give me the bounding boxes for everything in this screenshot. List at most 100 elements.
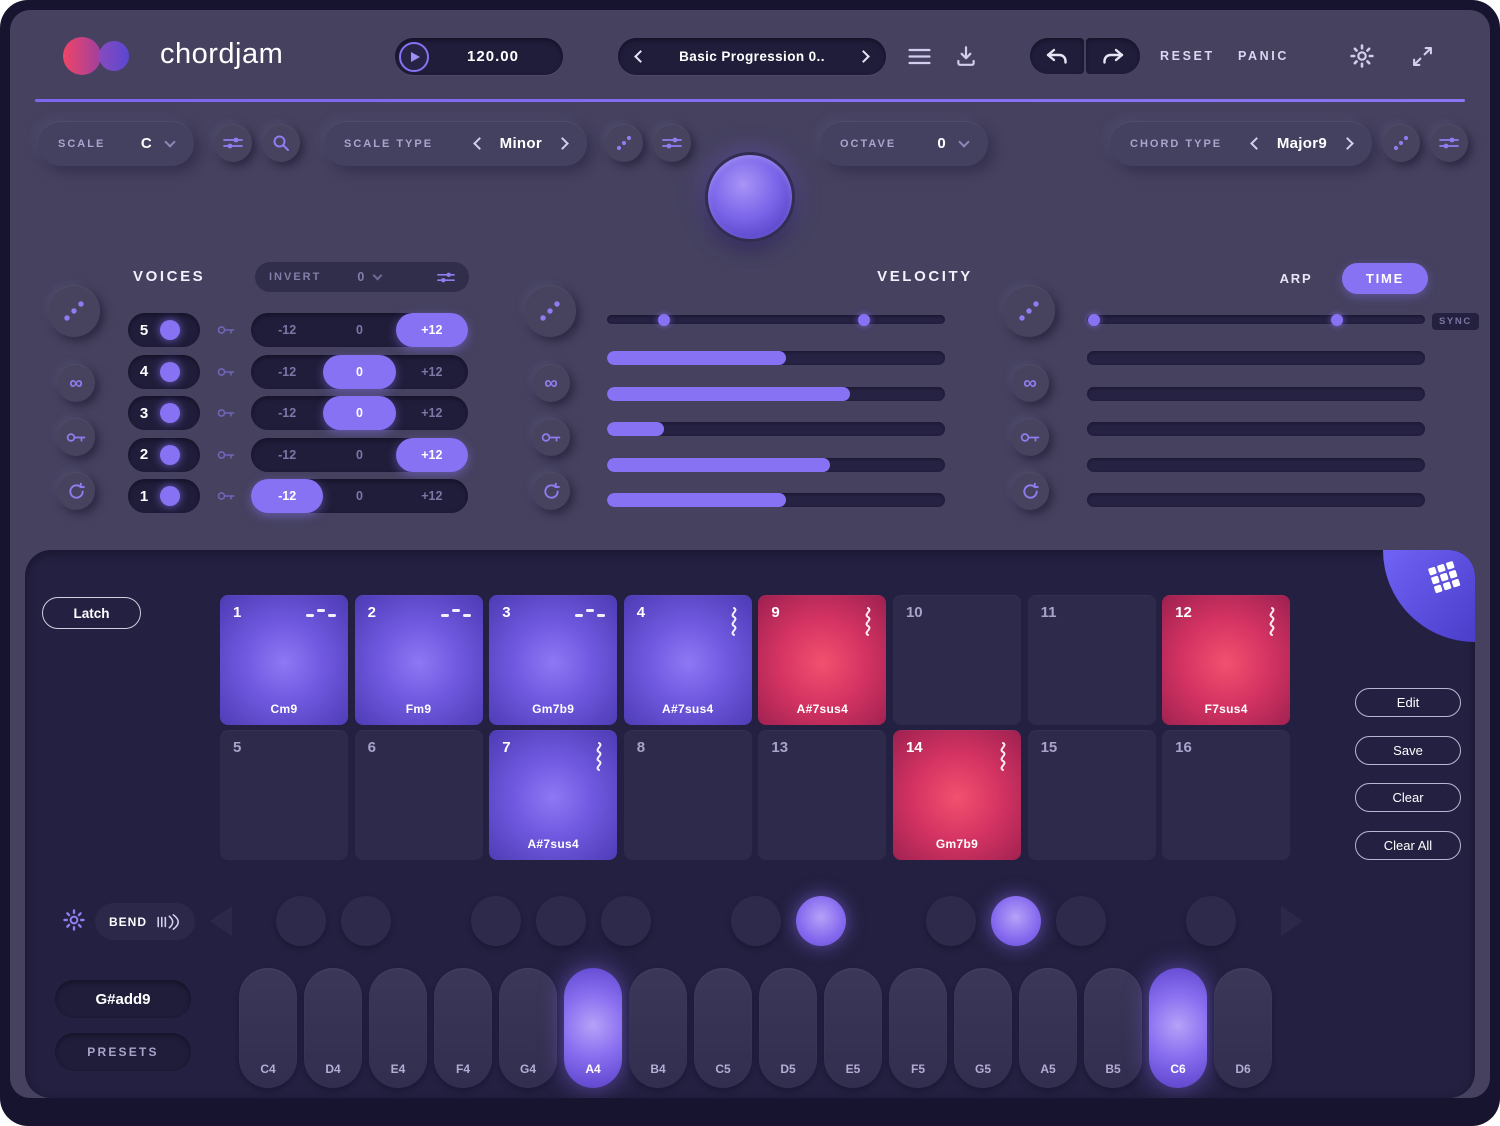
- preset-name[interactable]: Basic Progression 0..: [679, 49, 825, 64]
- voices-infinity-icon[interactable]: ∞: [57, 364, 95, 402]
- white-key-C5[interactable]: C5: [694, 968, 752, 1088]
- time-bar-track[interactable]: [1087, 493, 1425, 507]
- clear-button[interactable]: Clear: [1355, 783, 1461, 812]
- time-lock-key-icon[interactable]: [1011, 418, 1049, 456]
- redo-button[interactable]: [1086, 38, 1140, 74]
- white-key-D4[interactable]: D4: [304, 968, 362, 1088]
- white-key-E5[interactable]: E5: [824, 968, 882, 1088]
- voice-offset-option[interactable]: -12: [251, 438, 323, 472]
- bend-toggle[interactable]: BEND: [95, 903, 195, 940]
- latch-button[interactable]: Latch: [42, 597, 141, 629]
- voice-lock-key-icon[interactable]: [217, 407, 237, 419]
- voices-cycle-icon[interactable]: [57, 472, 95, 510]
- velocity-lock-key-icon[interactable]: [532, 418, 570, 456]
- voices-randomize-dice-icon[interactable]: [48, 285, 100, 337]
- black-key-G#4[interactable]: [536, 896, 586, 946]
- voice-lock-key-icon[interactable]: [217, 366, 237, 378]
- main-knob[interactable]: [705, 152, 795, 242]
- octave-shift-left-arrow[interactable]: [210, 906, 232, 936]
- voice-offset-option[interactable]: -12: [251, 313, 323, 347]
- pad-8[interactable]: 8: [624, 730, 752, 860]
- black-key-C#4[interactable]: [276, 896, 326, 946]
- panic-button[interactable]: PANIC: [1238, 49, 1289, 63]
- time-range-low-handle[interactable]: [1088, 314, 1100, 326]
- pad-13[interactable]: 13: [758, 730, 886, 860]
- velocity-randomize-dice-icon[interactable]: [524, 285, 576, 337]
- voice-offset-option[interactable]: 0: [323, 438, 395, 472]
- time-tab[interactable]: TIME: [1342, 263, 1428, 294]
- pad-10[interactable]: 10: [893, 595, 1021, 725]
- voice-offset-option[interactable]: 0: [323, 479, 395, 513]
- velocity-range-low-handle[interactable]: [658, 314, 670, 326]
- voice-offset-option[interactable]: +12: [396, 313, 468, 347]
- voice-lock-key-icon[interactable]: [217, 324, 237, 336]
- time-infinity-icon[interactable]: ∞: [1011, 364, 1049, 402]
- velocity-bar-track[interactable]: [607, 351, 945, 365]
- voice-lock-key-icon[interactable]: [217, 490, 237, 502]
- reset-button[interactable]: RESET: [1160, 49, 1215, 63]
- black-key-G#5[interactable]: [991, 896, 1041, 946]
- time-bar-track[interactable]: [1087, 458, 1425, 472]
- settings-gear-icon[interactable]: [1350, 44, 1374, 68]
- voice-offset-option[interactable]: 0: [323, 396, 395, 430]
- white-key-B4[interactable]: B4: [629, 968, 687, 1088]
- pad-6[interactable]: 6: [355, 730, 483, 860]
- voice-toggle-pill[interactable]: 2: [128, 438, 200, 472]
- pad-9[interactable]: 9A#7sus4: [758, 595, 886, 725]
- pad-11[interactable]: 11: [1028, 595, 1156, 725]
- voice-offset-option[interactable]: 0: [323, 355, 395, 389]
- resize-expand-icon[interactable]: [1412, 46, 1433, 67]
- voice-offset-option[interactable]: -12: [251, 355, 323, 389]
- velocity-infinity-icon[interactable]: ∞: [532, 364, 570, 402]
- voice-on-indicator[interactable]: [160, 320, 180, 340]
- white-key-B5[interactable]: B5: [1084, 968, 1142, 1088]
- scale-flip-sliders-icon[interactable]: [214, 124, 252, 162]
- preset-prev-button[interactable]: [636, 49, 645, 64]
- scale-selector[interactable]: SCALE C: [38, 121, 194, 166]
- voice-offset-option[interactable]: +12: [396, 355, 468, 389]
- voice-toggle-pill[interactable]: 4: [128, 355, 200, 389]
- velocity-cycle-icon[interactable]: [532, 472, 570, 510]
- pad-4[interactable]: 4A#7sus4: [624, 595, 752, 725]
- undo-button[interactable]: [1030, 38, 1084, 74]
- voice-offset-option[interactable]: -12: [251, 396, 323, 430]
- voice-offset-option[interactable]: +12: [396, 479, 468, 513]
- white-key-D6[interactable]: D6: [1214, 968, 1272, 1088]
- white-key-E4[interactable]: E4: [369, 968, 427, 1088]
- chord-type-randomize-dice-icon[interactable]: [1382, 124, 1420, 162]
- play-button[interactable]: [399, 42, 429, 72]
- grid-view-corner-button[interactable]: [1383, 550, 1475, 642]
- velocity-range-high-handle[interactable]: [858, 314, 870, 326]
- edit-button[interactable]: Edit: [1355, 688, 1461, 717]
- voice-on-indicator[interactable]: [160, 403, 180, 423]
- scale-type-next-button[interactable]: [558, 136, 567, 151]
- black-key-D#4[interactable]: [341, 896, 391, 946]
- pad-3[interactable]: 3Gm7b9: [489, 595, 617, 725]
- arp-tab[interactable]: ARP: [1250, 271, 1342, 286]
- invert-sliders-icon[interactable]: [437, 271, 455, 284]
- voice-lock-key-icon[interactable]: [217, 449, 237, 461]
- white-key-F5[interactable]: F5: [889, 968, 947, 1088]
- velocity-bar-track[interactable]: [607, 458, 945, 472]
- black-key-F#5[interactable]: [926, 896, 976, 946]
- white-key-A4[interactable]: A4: [564, 968, 622, 1088]
- velocity-bar-track[interactable]: [607, 387, 945, 401]
- chord-type-selector[interactable]: CHORD TYPE Major9: [1110, 121, 1372, 166]
- voice-offset-option[interactable]: 0: [323, 313, 395, 347]
- tempo-display[interactable]: 120.00: [429, 48, 557, 65]
- scale-type-sliders-icon[interactable]: [653, 124, 691, 162]
- black-key-A#5[interactable]: [1056, 896, 1106, 946]
- voice-on-indicator[interactable]: [160, 362, 180, 382]
- pad-15[interactable]: 15: [1028, 730, 1156, 860]
- preset-next-button[interactable]: [859, 49, 868, 64]
- clear-all-button[interactable]: Clear All: [1355, 831, 1461, 860]
- white-key-A5[interactable]: A5: [1019, 968, 1077, 1088]
- voice-on-indicator[interactable]: [160, 445, 180, 465]
- pad-12[interactable]: 12F7sus4: [1162, 595, 1290, 725]
- voice-toggle-pill[interactable]: 3: [128, 396, 200, 430]
- white-key-D5[interactable]: D5: [759, 968, 817, 1088]
- pad-16[interactable]: 16: [1162, 730, 1290, 860]
- chord-type-next-button[interactable]: [1343, 136, 1352, 151]
- time-bar-track[interactable]: [1087, 422, 1425, 436]
- scale-type-prev-button[interactable]: [475, 136, 484, 151]
